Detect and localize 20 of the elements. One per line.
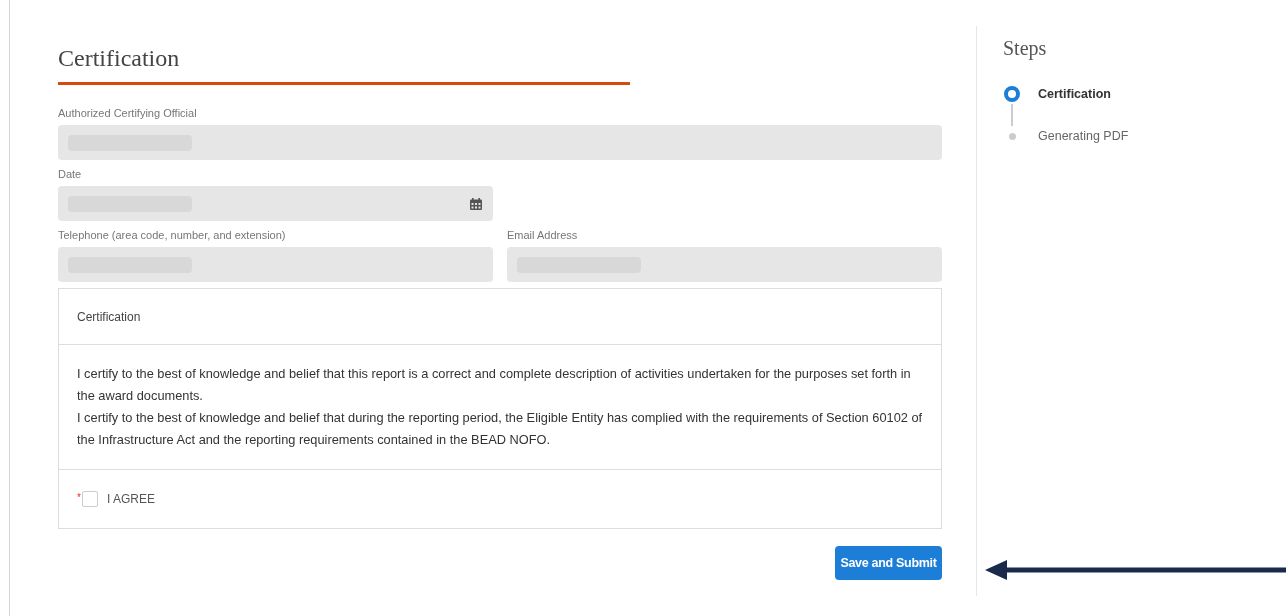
input-field[interactable] [507, 247, 942, 282]
calendar-icon[interactable] [469, 196, 483, 211]
field-label: Telephone (area code, number, and extension) [58, 228, 287, 243]
input-field[interactable] [58, 247, 493, 282]
step-label[interactable]: Certification [1038, 84, 1111, 104]
step-label[interactable]: Generating PDF [1038, 126, 1129, 146]
agree-checkbox[interactable] [81, 491, 98, 507]
input-field[interactable] [58, 186, 493, 221]
sidebar-title: Steps [1003, 36, 1048, 62]
input-field[interactable] [58, 125, 942, 160]
certification-statement: I certify to the best of knowledge and belief that this report is a correct and complete description of activities undertaken for the purposes set forth in the award documents. [77, 365, 912, 405]
required-mark: * [77, 491, 81, 505]
field-label: Email Address [507, 228, 579, 243]
page-title: Certification [58, 44, 181, 73]
save-and-submit-button[interactable]: Save and Submit [835, 546, 942, 580]
agree-label: I AGREE [106, 491, 155, 508]
field-label: Date [58, 167, 83, 182]
card-heading: Certification [77, 308, 141, 326]
certification-statement: I certify to the best of knowledge and belief that during the reporting period, the Eligible Entity has complied with the requirements of Section 60102 of the Infrastructure Act and the reporting requirements contained in the BEAD NOFO. [77, 409, 923, 449]
field-label: Authorized Certifying Official [58, 106, 198, 121]
